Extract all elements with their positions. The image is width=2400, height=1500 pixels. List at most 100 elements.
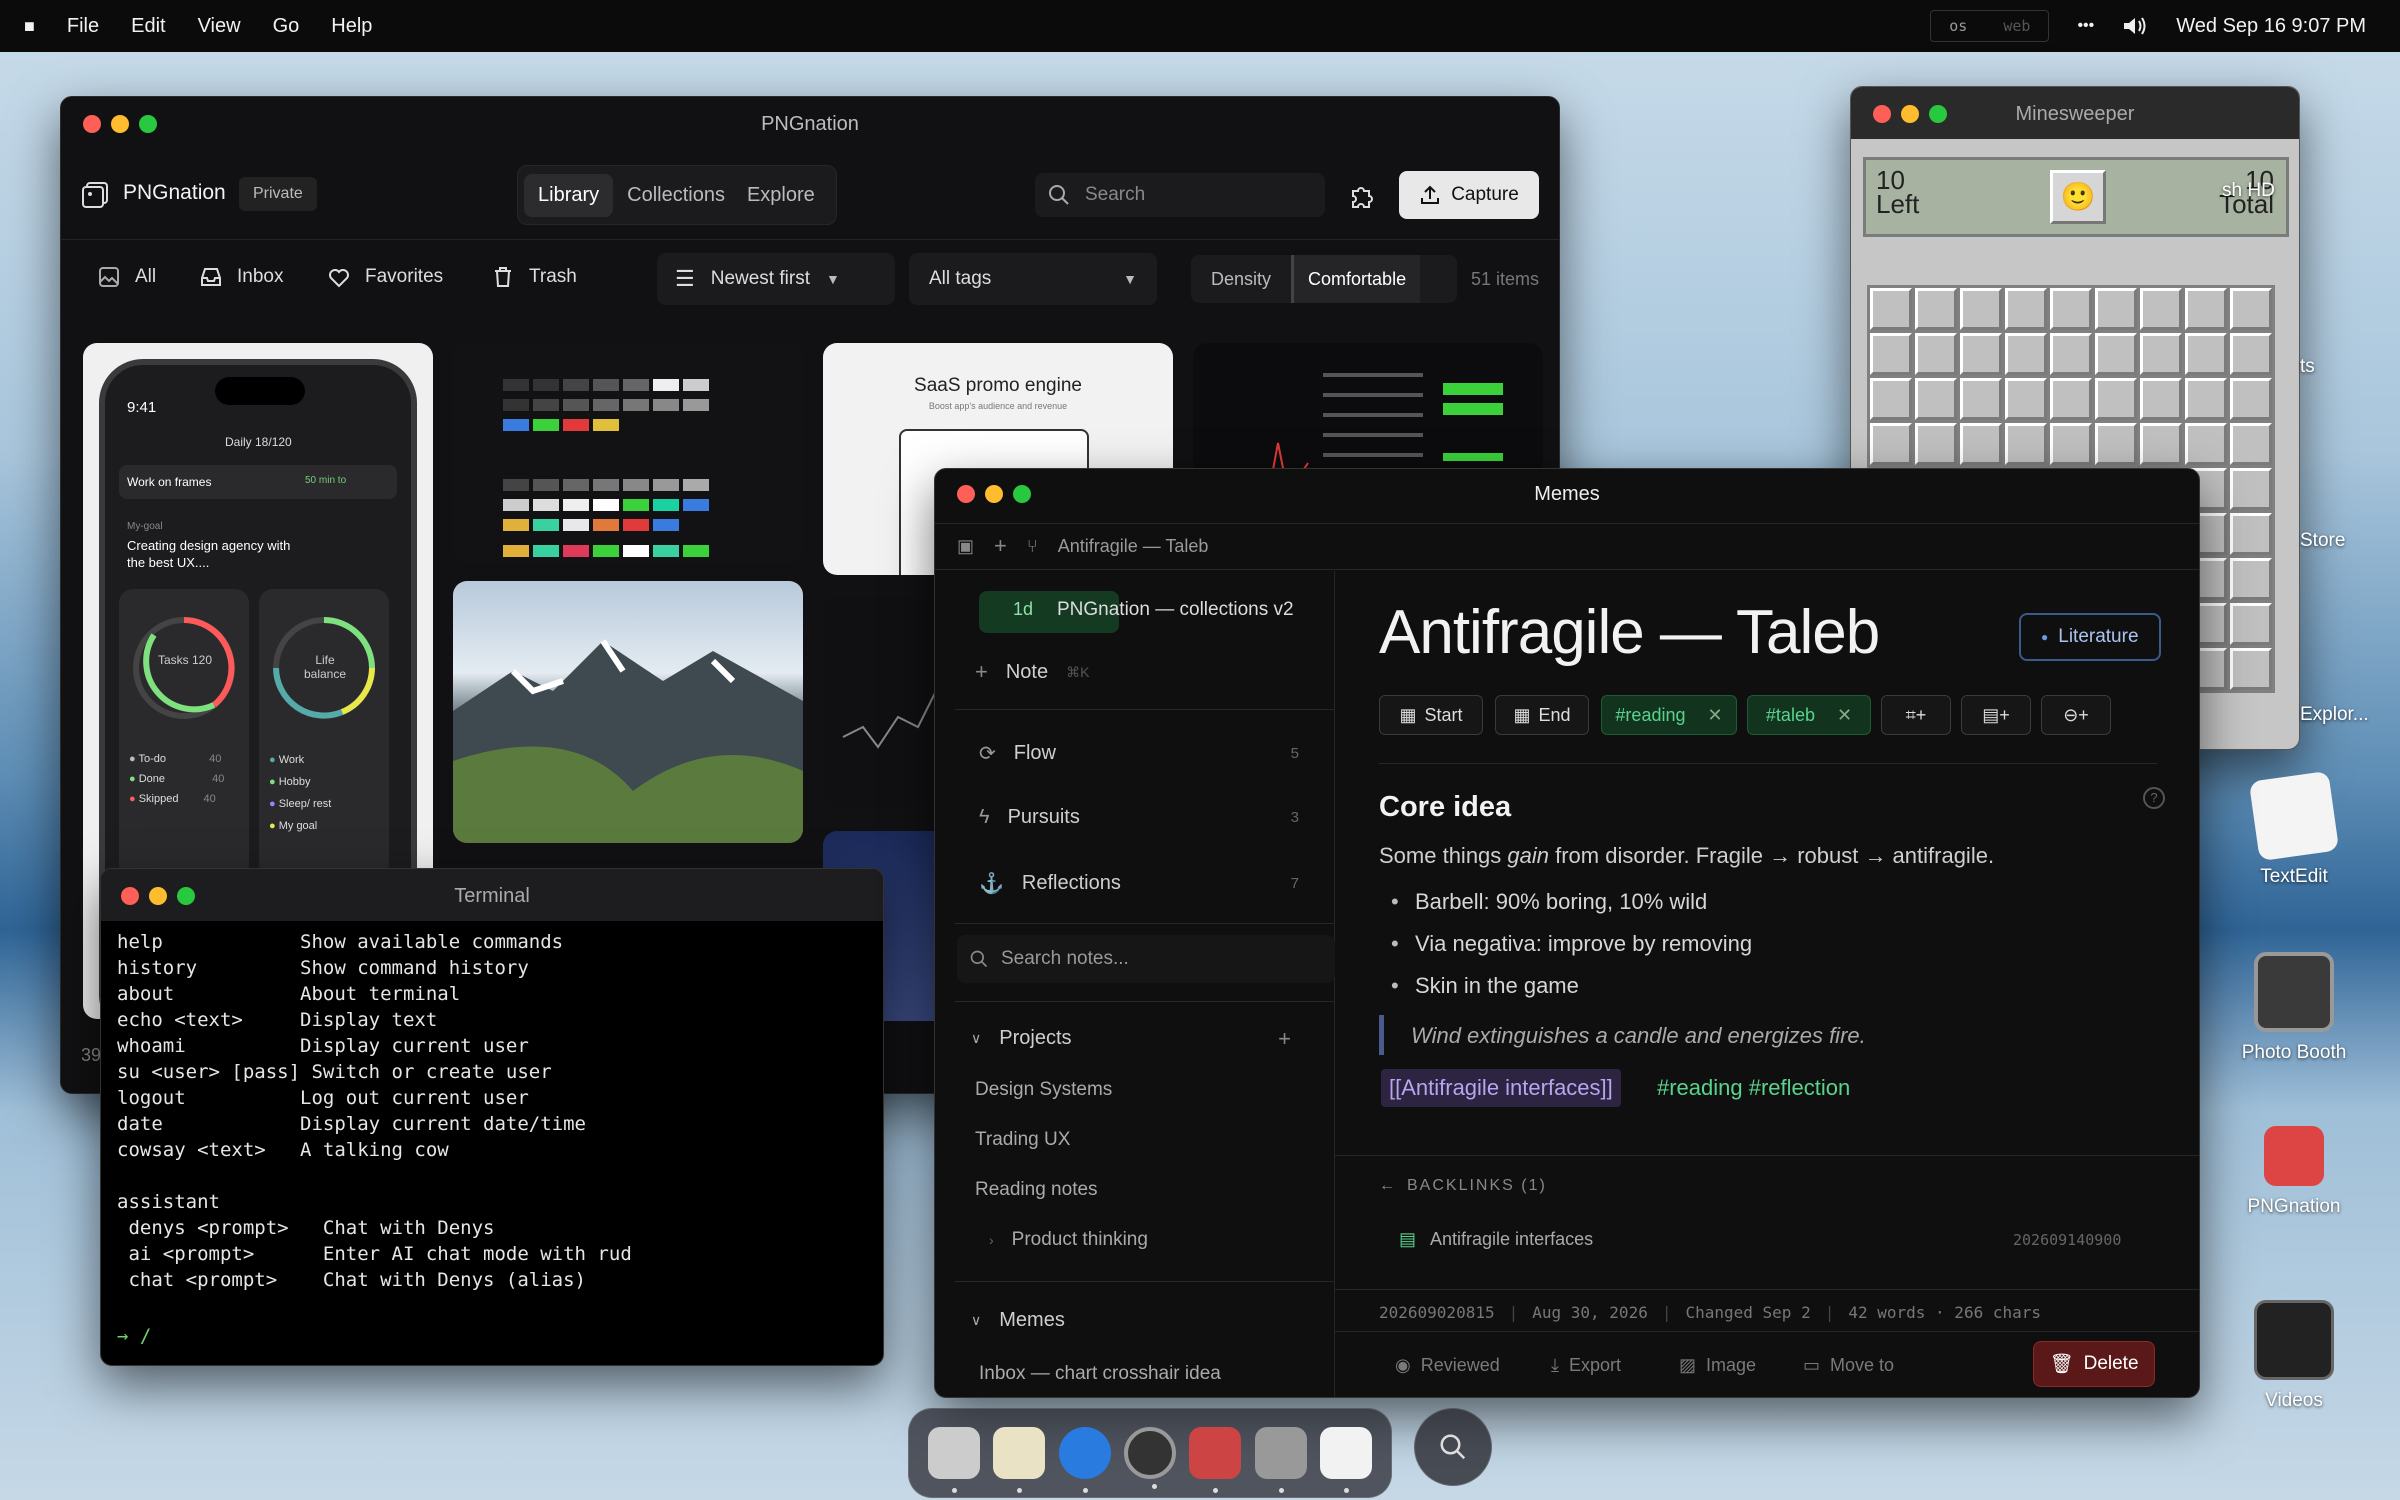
memes-section[interactable]: ∨ Memes bbox=[971, 1309, 1065, 1332]
project-product-thinking[interactable]: › Product thinking bbox=[989, 1229, 1148, 1251]
project-trading-ux[interactable]: Trading UX bbox=[975, 1129, 1070, 1151]
cell[interactable] bbox=[2230, 603, 2272, 645]
cell[interactable] bbox=[1915, 333, 1957, 375]
cell[interactable] bbox=[1960, 333, 2002, 375]
end-date-button[interactable]: ▦ End bbox=[1495, 695, 1589, 735]
cell[interactable] bbox=[2005, 423, 2047, 465]
cell[interactable] bbox=[2140, 378, 2182, 420]
projects-section[interactable]: ∨ Projects + bbox=[971, 1026, 1311, 1052]
cell[interactable] bbox=[2230, 378, 2272, 420]
cell[interactable] bbox=[2095, 423, 2137, 465]
cell[interactable] bbox=[2095, 288, 2137, 330]
project-design-systems[interactable]: Design Systems bbox=[975, 1079, 1112, 1101]
image-button[interactable]: ▨ Image bbox=[1679, 1355, 1756, 1376]
cell[interactable] bbox=[2005, 333, 2047, 375]
web-option[interactable]: web bbox=[1985, 17, 2048, 35]
tag-reading[interactable]: #reading ✕ bbox=[1601, 695, 1737, 735]
apple-menu-icon[interactable]: ■ bbox=[24, 16, 35, 37]
cell[interactable] bbox=[2140, 333, 2182, 375]
tab-collections[interactable]: Collections bbox=[619, 174, 733, 217]
cell[interactable] bbox=[1960, 288, 2002, 330]
menu-edit[interactable]: Edit bbox=[131, 15, 165, 38]
dock-help-icon[interactable] bbox=[993, 1427, 1046, 1493]
new-note-button[interactable]: + Note ⌘K bbox=[975, 659, 1089, 685]
add-doc-button[interactable]: ▤+ bbox=[1961, 695, 2031, 735]
menu-file[interactable]: File bbox=[67, 15, 99, 38]
help-icon[interactable]: ? bbox=[2143, 787, 2165, 809]
breadcrumb[interactable]: Antifragile — Taleb bbox=[1058, 536, 1209, 557]
filter-inbox[interactable]: Inbox bbox=[199, 265, 283, 289]
nav-flow[interactable]: ⟳ Flow 5 bbox=[979, 741, 1319, 766]
menu-go[interactable]: Go bbox=[273, 15, 300, 38]
filter-all[interactable]: All bbox=[97, 265, 156, 289]
desktop-icon-explorer[interactable]: Explor... bbox=[2300, 704, 2400, 726]
reviewed-button[interactable]: ◉ Reviewed bbox=[1395, 1355, 1500, 1376]
recent-note[interactable]: PNGnation — collections v2 bbox=[1057, 599, 1294, 621]
dock-archive-icon[interactable] bbox=[1254, 1427, 1307, 1493]
os-web-toggle[interactable]: os web bbox=[1930, 10, 2050, 42]
cell[interactable] bbox=[2140, 288, 2182, 330]
desktop-icon-pngnation[interactable]: PNGnation bbox=[2214, 1126, 2374, 1218]
tab-library[interactable]: Library bbox=[524, 173, 614, 217]
cell[interactable] bbox=[1870, 378, 1912, 420]
cell[interactable] bbox=[2230, 513, 2272, 555]
add-tag-button[interactable]: ⌗+ bbox=[1881, 695, 1951, 735]
cell[interactable] bbox=[2050, 423, 2092, 465]
dock-textedit-icon[interactable] bbox=[1320, 1427, 1373, 1493]
cell[interactable] bbox=[2095, 333, 2137, 375]
nav-reflections[interactable]: ⚓ Reflections 7 bbox=[979, 871, 1319, 896]
desktop-icon-store[interactable]: Store bbox=[2300, 530, 2380, 552]
cell[interactable] bbox=[1870, 288, 1912, 330]
cell[interactable] bbox=[2230, 333, 2272, 375]
menu-help[interactable]: Help bbox=[331, 15, 372, 38]
cell[interactable] bbox=[2185, 288, 2227, 330]
cell[interactable] bbox=[2230, 648, 2272, 690]
category-badge[interactable]: ● Literature bbox=[2019, 613, 2161, 661]
search-field[interactable]: Search bbox=[1035, 173, 1325, 217]
cell[interactable] bbox=[2185, 423, 2227, 465]
note-title[interactable]: Antifragile — Taleb bbox=[1379, 597, 1880, 668]
cell[interactable] bbox=[2230, 468, 2272, 510]
extension-icon[interactable] bbox=[1347, 181, 1377, 211]
filter-trash[interactable]: Trash bbox=[491, 265, 577, 289]
card-mountain-photo[interactable] bbox=[453, 581, 803, 843]
terminal-prompt[interactable]: → / bbox=[117, 1325, 151, 1347]
density-toggle[interactable]: Density Comfortable bbox=[1191, 255, 1457, 303]
cell[interactable] bbox=[2185, 333, 2227, 375]
desktop-icon-videos[interactable]: Videos bbox=[2214, 1300, 2374, 1412]
cell[interactable] bbox=[1960, 378, 2002, 420]
tags-dropdown[interactable]: All tags ▼ bbox=[909, 253, 1157, 305]
tab-explore[interactable]: Explore bbox=[739, 174, 823, 217]
sidebar-toggle-icon[interactable]: ▣ bbox=[957, 536, 974, 557]
cell[interactable] bbox=[2230, 423, 2272, 465]
nav-pursuits[interactable]: ϟ Pursuits 3 bbox=[979, 806, 1319, 829]
desktop-icon-hd[interactable]: sh HD bbox=[2222, 180, 2342, 202]
cell[interactable] bbox=[1870, 423, 1912, 465]
card-color-swatches[interactable] bbox=[453, 343, 803, 563]
add-link-button[interactable]: ⊖+ bbox=[2041, 695, 2111, 735]
dock-explorer-icon[interactable] bbox=[1058, 1427, 1111, 1493]
dock-finder-icon[interactable] bbox=[927, 1427, 980, 1493]
sort-dropdown[interactable]: ☰ Newest first ▼ bbox=[657, 253, 895, 305]
move-to-button[interactable]: ▭ Move to bbox=[1803, 1355, 1894, 1376]
cell[interactable] bbox=[2005, 378, 2047, 420]
filter-favorites[interactable]: Favorites bbox=[327, 265, 443, 289]
backlinks-header[interactable]: ← BACKLINKS (1) bbox=[1379, 1177, 1547, 1195]
desktop-icon-photobooth[interactable]: Photo Booth bbox=[2214, 952, 2374, 1064]
dock-mines-icon[interactable] bbox=[1123, 1427, 1176, 1489]
capture-button[interactable]: Capture bbox=[1399, 171, 1539, 219]
cell[interactable] bbox=[1960, 423, 2002, 465]
wiki-link[interactable]: [[Antifragile interfaces]] bbox=[1381, 1069, 1621, 1107]
cell[interactable] bbox=[1870, 333, 1912, 375]
search-notes-input[interactable]: Search notes... bbox=[957, 935, 1335, 983]
add-icon[interactable]: + bbox=[994, 533, 1007, 559]
backlink-item[interactable]: ▤ Antifragile interfaces bbox=[1399, 1229, 1593, 1250]
add-project-icon[interactable]: + bbox=[1278, 1026, 1291, 1052]
export-button[interactable]: ⤓ Export bbox=[1551, 1355, 1621, 1376]
cell[interactable] bbox=[2095, 378, 2137, 420]
cell[interactable] bbox=[1915, 288, 1957, 330]
cell[interactable] bbox=[2050, 288, 2092, 330]
desktop-icon-partial[interactable]: ts bbox=[2300, 356, 2360, 378]
cell[interactable] bbox=[1915, 378, 1957, 420]
cell[interactable] bbox=[2230, 558, 2272, 600]
